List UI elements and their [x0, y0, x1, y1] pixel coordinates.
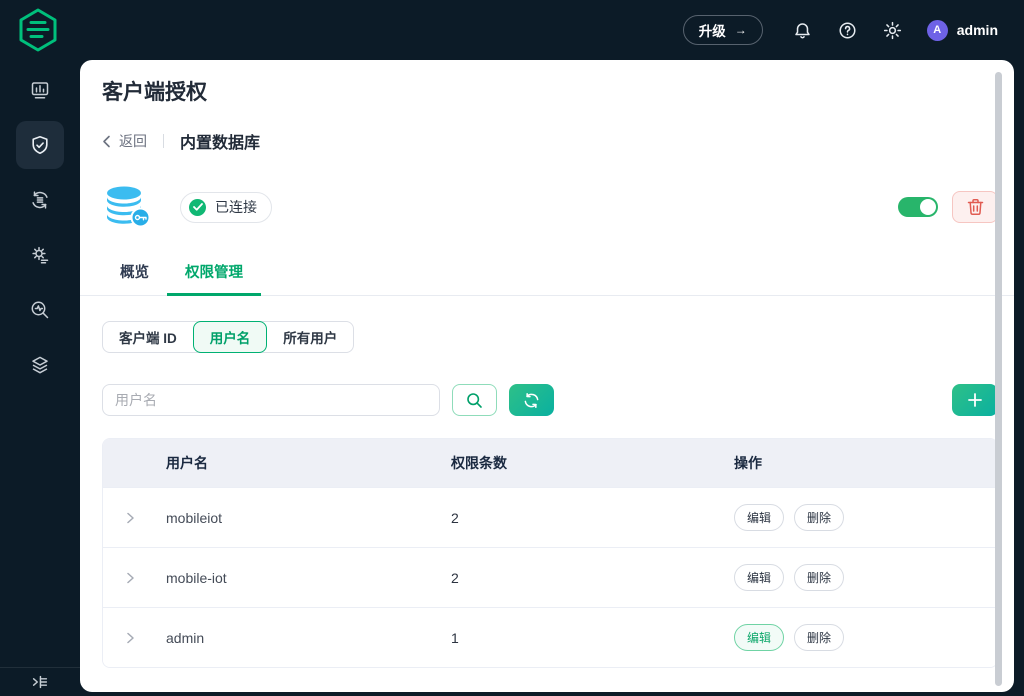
emqx-logo-icon[interactable] — [18, 7, 60, 53]
chevron-right-icon — [126, 632, 135, 644]
table-row: mobile-iot 2 编辑 删除 — [103, 547, 997, 607]
upgrade-arrow-icon: → — [735, 23, 747, 37]
sidebar-item-diagnose[interactable] — [16, 286, 64, 334]
expand-row-button[interactable] — [103, 512, 166, 524]
page-title: 客户端授权 — [102, 76, 998, 106]
breadcrumb-current: 内置数据库 — [180, 129, 260, 153]
database-icon — [102, 184, 154, 230]
search-button[interactable] — [452, 384, 497, 416]
table-row: mobileiot 2 编辑 删除 — [103, 487, 997, 547]
expand-sidebar-icon — [30, 672, 50, 692]
upgrade-button[interactable]: 升级 → — [683, 15, 763, 45]
filter-tab-username[interactable]: 用户名 — [193, 321, 268, 353]
scrollbar-thumb[interactable] — [995, 72, 1002, 686]
delete-button[interactable]: 删除 — [794, 624, 844, 651]
row-permission-count: 1 — [451, 630, 734, 646]
sidebar-collapse-button[interactable] — [0, 667, 80, 696]
table-row: admin 1 编辑 删除 — [103, 607, 997, 667]
filter-segmented-control: 客户端 ID 用户名 所有用户 — [102, 321, 354, 353]
connector-status-row: 已连接 — [102, 184, 998, 230]
trash-icon — [967, 198, 984, 216]
row-username: mobileiot — [166, 510, 451, 526]
column-username: 用户名 — [166, 453, 451, 473]
help-icon[interactable] — [837, 19, 859, 41]
tab-bar: 概览 权限管理 — [80, 261, 1014, 296]
breadcrumb-divider — [163, 134, 164, 148]
connection-status-badge: 已连接 — [180, 192, 272, 223]
table-header: 用户名 权限条数 操作 — [103, 439, 997, 487]
column-permission-count: 权限条数 — [451, 453, 734, 473]
filter-tab-clientid[interactable]: 客户端 ID — [103, 322, 193, 352]
sidebar-nav — [0, 60, 80, 696]
search-input[interactable] — [102, 384, 440, 416]
row-username: mobile-iot — [166, 570, 451, 586]
row-username: admin — [166, 630, 451, 646]
gear-icon[interactable] — [882, 19, 904, 41]
top-bar: 升级 → A admin — [0, 0, 1024, 60]
edit-button[interactable]: 编辑 — [734, 624, 784, 651]
back-button[interactable]: 返回 — [102, 131, 147, 151]
connection-status-label: 已连接 — [215, 197, 257, 217]
permissions-table: 用户名 权限条数 操作 mobileiot 2 编辑 删除 — [102, 438, 998, 668]
edit-button[interactable]: 编辑 — [734, 504, 784, 531]
delete-connector-button[interactable] — [952, 191, 998, 223]
chevron-left-icon — [102, 135, 111, 148]
sidebar-item-integration[interactable] — [16, 176, 64, 224]
edit-button[interactable]: 编辑 — [734, 564, 784, 591]
delete-button[interactable]: 删除 — [794, 504, 844, 531]
connector-enabled-toggle[interactable] — [898, 197, 938, 217]
layers-icon — [29, 354, 51, 376]
shield-check-icon — [29, 134, 51, 156]
chevron-right-icon — [126, 572, 135, 584]
account-username: admin — [957, 22, 998, 38]
sidebar-item-access-control[interactable] — [16, 121, 64, 169]
refresh-icon — [523, 392, 540, 409]
tab-overview[interactable]: 概览 — [102, 261, 167, 295]
expand-row-button[interactable] — [103, 572, 166, 584]
data-cycle-icon — [29, 189, 51, 211]
tab-permission-management[interactable]: 权限管理 — [167, 261, 261, 295]
search-icon — [466, 392, 483, 409]
back-label: 返回 — [119, 131, 147, 151]
plus-icon — [967, 392, 983, 408]
refresh-button[interactable] — [509, 384, 554, 416]
diagnose-icon — [29, 299, 51, 321]
gear-doc-icon — [29, 244, 51, 266]
add-user-button[interactable] — [952, 384, 998, 416]
filter-tab-all-users[interactable]: 所有用户 — [267, 322, 353, 352]
upgrade-label: 升级 — [699, 20, 726, 40]
dashboard-icon — [29, 79, 51, 101]
sidebar-item-extensions[interactable] — [16, 341, 64, 389]
check-circle-icon — [189, 199, 206, 216]
breadcrumb: 返回 内置数据库 — [102, 131, 998, 151]
delete-button[interactable]: 删除 — [794, 564, 844, 591]
chevron-right-icon — [126, 512, 135, 524]
row-permission-count: 2 — [451, 570, 734, 586]
column-actions: 操作 — [734, 453, 997, 473]
bell-icon[interactable] — [792, 19, 814, 41]
toggle-knob — [920, 199, 936, 215]
sidebar-item-management[interactable] — [16, 231, 64, 279]
main-content-card: 客户端授权 返回 内置数据库 — [80, 60, 1014, 692]
search-toolbar — [102, 384, 998, 416]
avatar: A — [927, 20, 948, 41]
row-permission-count: 2 — [451, 510, 734, 526]
sidebar-item-dashboard[interactable] — [16, 66, 64, 114]
expand-row-button[interactable] — [103, 632, 166, 644]
account-menu[interactable]: A admin — [927, 20, 998, 41]
